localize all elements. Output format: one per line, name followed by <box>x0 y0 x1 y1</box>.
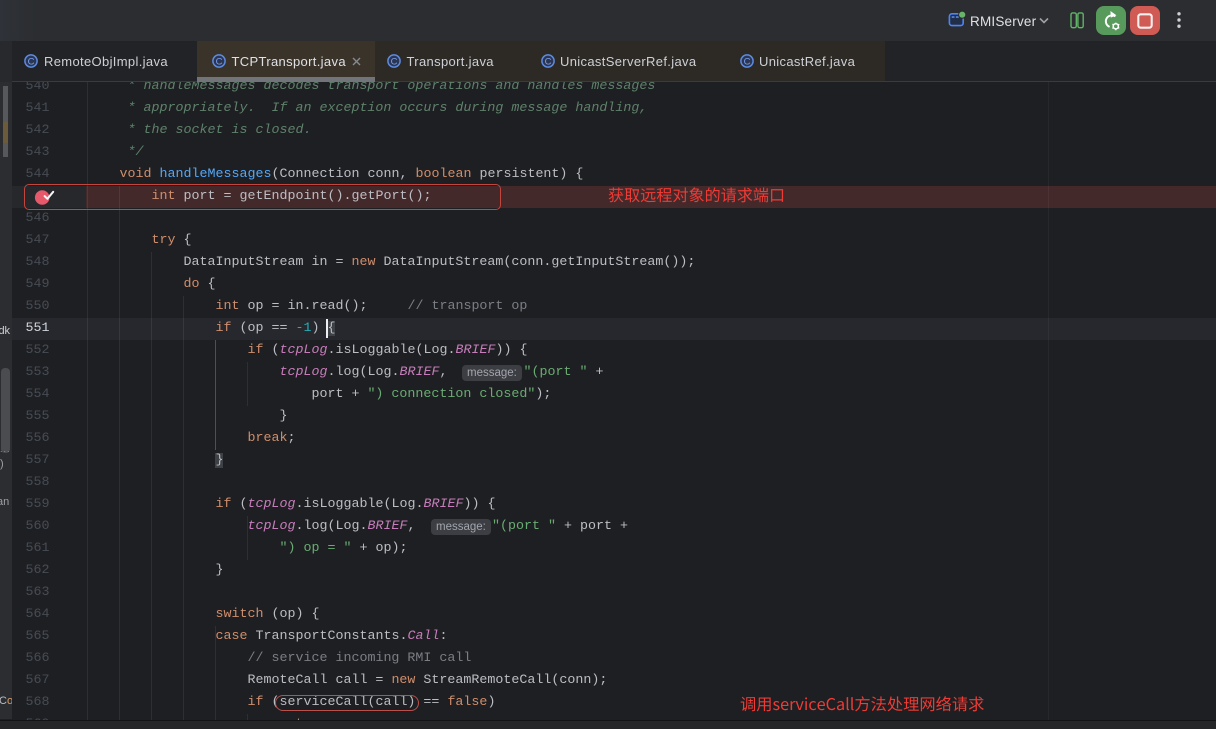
svg-text:C: C <box>544 56 551 67</box>
svg-text:C: C <box>27 56 34 67</box>
svg-text:C: C <box>216 56 223 67</box>
svg-text:C: C <box>391 56 398 67</box>
svg-text:C: C <box>743 56 750 67</box>
